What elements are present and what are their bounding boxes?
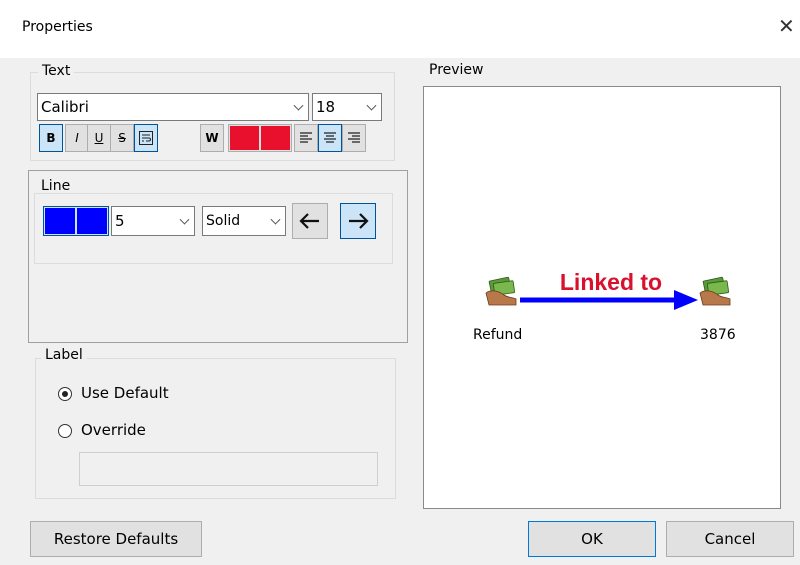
font-size-value: 18 <box>316 98 336 116</box>
arrow-start-button[interactable] <box>292 203 328 239</box>
cancel-button[interactable]: Cancel <box>666 521 794 557</box>
radio-selected-dot <box>62 391 68 397</box>
title-bar <box>0 0 800 58</box>
ok-button[interactable]: OK <box>528 521 656 557</box>
label-group-legend: Label <box>41 347 87 363</box>
font-select[interactable]: Calibri <box>37 93 309 121</box>
use-default-label[interactable]: Use Default <box>81 384 169 402</box>
line-color-button[interactable] <box>43 206 109 236</box>
chevron-down-icon <box>366 100 377 111</box>
strikethrough-button[interactable]: S <box>110 124 134 152</box>
wrap-text-icon <box>139 131 153 145</box>
close-icon[interactable]: ✕ <box>778 16 795 36</box>
white-background-button[interactable]: W <box>200 124 224 152</box>
text-color-swatch <box>230 126 259 150</box>
text-color-button[interactable] <box>228 124 292 152</box>
underline-button[interactable]: U <box>87 124 111 152</box>
line-width-select[interactable]: 5 <box>111 206 195 236</box>
align-center-button[interactable] <box>318 124 342 152</box>
preview-panel: Linked to Refund 3876 <box>423 86 781 509</box>
line-width-value: 5 <box>115 212 125 230</box>
line-group-legend: Line <box>41 178 71 194</box>
restore-defaults-button[interactable]: Restore Defaults <box>30 521 202 557</box>
right-node-label: 3876 <box>700 327 736 343</box>
arrow-end-button[interactable] <box>340 203 376 239</box>
align-right-icon <box>348 132 360 143</box>
preview-canvas: Linked to Refund 3876 <box>473 269 736 343</box>
text-color-dropdown <box>261 126 290 150</box>
line-color-swatch <box>45 208 75 234</box>
left-node-label: Refund <box>473 327 522 343</box>
align-center-icon <box>324 132 336 143</box>
override-radio[interactable] <box>58 424 72 438</box>
preview-label: Preview <box>429 62 484 78</box>
align-left-button[interactable] <box>294 124 318 152</box>
line-color-dropdown <box>77 208 107 234</box>
line-style-select[interactable]: Solid <box>202 206 286 236</box>
chevron-down-icon <box>179 214 190 225</box>
text-group-legend: Text <box>38 63 75 79</box>
font-size-select[interactable]: 18 <box>312 93 382 121</box>
link-arrowhead <box>674 290 698 310</box>
hand-money-icon <box>485 276 517 306</box>
arrow-right-icon <box>349 213 369 229</box>
use-default-radio[interactable] <box>58 387 72 401</box>
override-input[interactable] <box>79 452 378 486</box>
chevron-down-icon <box>293 100 304 111</box>
wrap-text-button[interactable] <box>134 124 158 152</box>
align-right-button[interactable] <box>342 124 366 152</box>
bold-button[interactable]: B <box>39 124 63 152</box>
override-label[interactable]: Override <box>81 421 146 439</box>
chevron-down-icon <box>270 214 281 225</box>
window-title: Properties <box>22 19 93 35</box>
font-select-value: Calibri <box>41 98 89 116</box>
italic-button[interactable]: I <box>65 124 89 152</box>
arrow-left-icon <box>299 213 319 229</box>
link-label: Linked to <box>560 269 662 295</box>
line-style-value: Solid <box>206 213 241 229</box>
hand-money-icon <box>699 276 731 306</box>
align-left-icon <box>300 132 312 143</box>
